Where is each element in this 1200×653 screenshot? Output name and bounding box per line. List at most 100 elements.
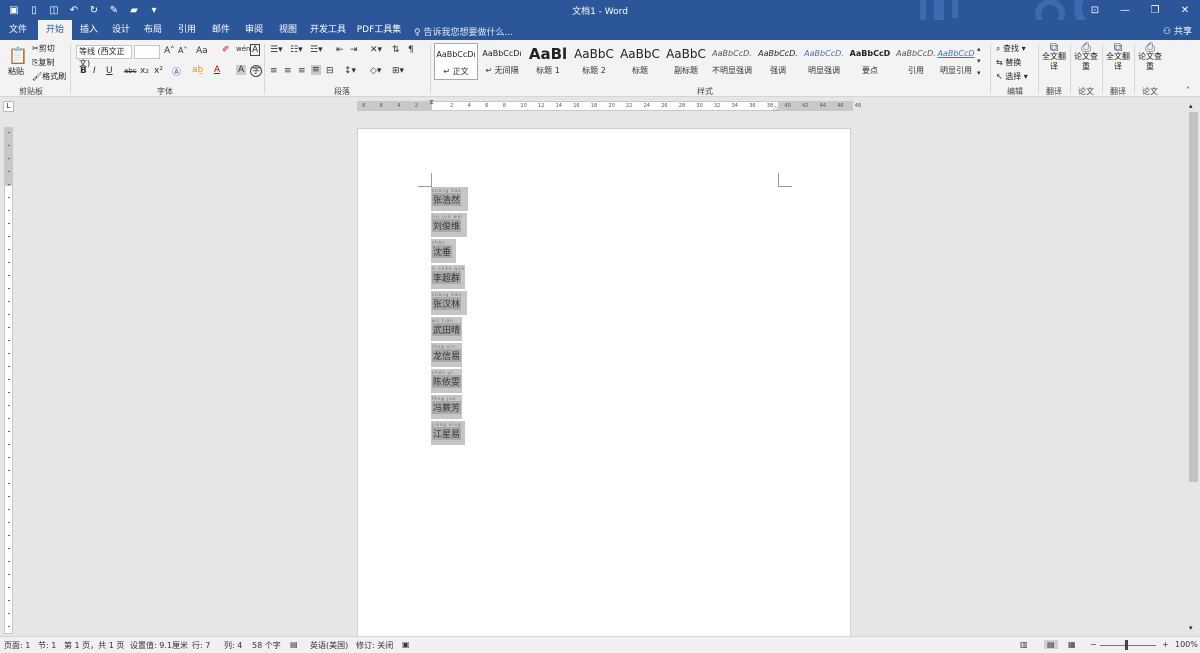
highlight-icon[interactable]: ab̲ bbox=[192, 65, 203, 75]
list-item[interactable]: wǔ tián qíng武田晴 bbox=[431, 317, 462, 341]
style-heading-1[interactable]: AaBl 标题 1 bbox=[526, 43, 570, 80]
collapse-ribbon-icon[interactable]: ˄ bbox=[1186, 86, 1190, 95]
increase-indent-icon[interactable]: ⇥ bbox=[350, 45, 358, 55]
subscript-button[interactable]: x₂ bbox=[140, 66, 149, 76]
status-section[interactable]: 节: 1 bbox=[38, 640, 56, 651]
tab-design[interactable]: 设计 bbox=[108, 20, 134, 40]
list-item[interactable]: féng jué fāng冯蕨芳 bbox=[431, 395, 462, 419]
zoom-level[interactable]: 100% bbox=[1175, 640, 1198, 649]
tab-view[interactable]: 视图 bbox=[275, 20, 301, 40]
style-quote[interactable]: AaBbCcD. 引用 bbox=[894, 43, 938, 80]
list-item[interactable]: lǐ chāo qún 李超群 bbox=[431, 265, 465, 289]
indent-marker-icon[interactable]: ⧗ bbox=[429, 98, 434, 107]
list-item[interactable]: shěn chuí沈垂 bbox=[431, 239, 456, 263]
find-button[interactable]: ⌕ 查找 ▾ bbox=[996, 43, 1026, 54]
select-button[interactable]: ↖ 选择 ▾ bbox=[996, 71, 1028, 82]
right-indent-icon[interactable]: △ bbox=[773, 104, 778, 112]
web-layout-icon[interactable]: ▦ bbox=[1068, 640, 1076, 649]
align-center-icon[interactable]: ≡ bbox=[284, 66, 292, 76]
style-subtitle[interactable]: AaBbC 副标题 bbox=[664, 43, 708, 80]
list-item[interactable]: zhāng hào rán张浩然 bbox=[431, 187, 468, 211]
style-strong[interactable]: AaBbCcD 要点 bbox=[848, 43, 892, 80]
status-line[interactable]: 行: 7 bbox=[192, 640, 210, 651]
font-size-combo[interactable] bbox=[134, 45, 160, 59]
borders-icon[interactable]: ⊞▾ bbox=[392, 66, 404, 76]
minimize-icon[interactable]: — bbox=[1110, 0, 1140, 20]
strikethrough-button[interactable]: abc bbox=[124, 67, 137, 75]
ribbon-display-icon[interactable]: ⊡ bbox=[1080, 0, 1110, 20]
show-marks-icon[interactable]: ¶ bbox=[408, 45, 414, 55]
macro-icon[interactable]: ▣ bbox=[402, 640, 410, 649]
distributed-icon[interactable]: ⊟ bbox=[326, 66, 334, 76]
style-no-spacing[interactable]: AaBbCcDı ↵ 无间隔 bbox=[480, 43, 524, 80]
list-item[interactable]: jiāng xīng yì江星易 bbox=[431, 421, 465, 445]
paper-check-button[interactable]: ⎙ 论文查重 bbox=[1074, 41, 1098, 72]
multilevel-list-icon[interactable]: ☲▾ bbox=[310, 45, 323, 55]
style-title[interactable]: AaBbC 标题 bbox=[618, 43, 662, 80]
zoom-slider[interactable] bbox=[1100, 645, 1156, 646]
proofing-icon[interactable]: ▤ bbox=[290, 640, 298, 649]
restore-icon[interactable]: ❐ bbox=[1140, 0, 1170, 20]
status-column[interactable]: 列: 4 bbox=[224, 640, 242, 651]
font-name-combo[interactable]: 等线 (西文正文) bbox=[76, 45, 132, 68]
paste-button[interactable]: 粘贴 bbox=[8, 66, 24, 77]
underline-button[interactable]: U bbox=[106, 66, 113, 76]
tab-pdf-tools[interactable]: PDF工具集 bbox=[356, 20, 402, 40]
list-item[interactable]: liú jùn wéi 刘俊维 bbox=[431, 213, 467, 237]
status-track-changes[interactable]: 修订: 关闭 bbox=[356, 640, 393, 651]
bullets-icon[interactable]: ☰▾ bbox=[270, 45, 283, 55]
numbering-icon[interactable]: ☷▾ bbox=[290, 45, 303, 55]
cut-button[interactable]: ✂剪切 bbox=[32, 43, 55, 54]
paste-icon[interactable]: 📋 bbox=[8, 46, 28, 65]
scroll-up-icon[interactable]: ▴ bbox=[1189, 102, 1193, 110]
status-page[interactable]: 页面: 1 bbox=[4, 640, 30, 651]
tab-home[interactable]: 开始 bbox=[38, 20, 72, 40]
decrease-indent-icon[interactable]: ⇤ bbox=[336, 45, 344, 55]
tell-me-input[interactable]: ♀ 告诉我您想要做什么... bbox=[414, 25, 513, 38]
list-item[interactable]: zhāng hàn lín张汉林 bbox=[431, 291, 467, 315]
zoom-slider-thumb[interactable] bbox=[1125, 640, 1128, 650]
line-spacing-icon[interactable]: ↕▾ bbox=[344, 66, 356, 76]
copy-button[interactable]: ⎘复制 bbox=[32, 57, 54, 68]
tab-review[interactable]: 审阅 bbox=[241, 20, 267, 40]
status-language[interactable]: 英语(美国) bbox=[310, 640, 348, 651]
vertical-scrollbar[interactable]: ▴ ▾ bbox=[1187, 100, 1200, 636]
style-intense-emphasis[interactable]: AaBbCcD. 明显强调 bbox=[802, 43, 846, 80]
status-word-count[interactable]: 58 个字 bbox=[252, 640, 281, 651]
font-color-icon[interactable]: A bbox=[214, 65, 220, 75]
superscript-button[interactable]: x² bbox=[154, 66, 163, 76]
styles-scroll-icon[interactable]: ▴ ▾ ▾ bbox=[977, 43, 981, 79]
char-shading-icon[interactable]: A bbox=[236, 65, 247, 75]
paper-check-button-2[interactable]: ⎙ 论文查重 bbox=[1138, 41, 1162, 72]
align-right-icon[interactable]: ≡ bbox=[298, 66, 306, 76]
print-layout-icon[interactable]: ▤ bbox=[1044, 640, 1058, 649]
style-intense-quote[interactable]: AaBbCcD 明显引用 bbox=[934, 43, 978, 80]
replace-button[interactable]: ⇆ 替换 bbox=[996, 57, 1021, 68]
shading-icon[interactable]: ◇▾ bbox=[370, 66, 381, 76]
horizontal-ruler[interactable]: 8 6 4 2 2 4 6 8 10 12 14 16 18 20 22 24 26 28 30 32 34 36 38 40… bbox=[357, 98, 861, 112]
list-item[interactable]: lóng xìn yì龙信易 bbox=[431, 343, 462, 367]
enclose-char-icon[interactable]: 字 bbox=[250, 65, 262, 77]
style-heading-2[interactable]: AaBbC 标题 2 bbox=[572, 43, 616, 80]
read-mode-icon[interactable]: ▥ bbox=[1020, 640, 1028, 649]
full-translate-button-2[interactable]: ⧉ 全文翻译 bbox=[1106, 41, 1130, 72]
grow-font-icon[interactable]: A˄ bbox=[164, 46, 175, 56]
text-effects-icon[interactable]: Ⓐ bbox=[172, 65, 181, 78]
status-pages[interactable]: 第 1 页，共 1 页 bbox=[64, 640, 124, 651]
align-left-icon[interactable]: ≡ bbox=[270, 66, 278, 76]
clear-format-icon[interactable]: ✐ bbox=[222, 45, 230, 55]
shrink-font-icon[interactable]: A˅ bbox=[178, 46, 187, 55]
style-subtle-emphasis[interactable]: AaBbCcD. 不明显强调 bbox=[710, 43, 754, 80]
close-icon[interactable]: ✕ bbox=[1170, 0, 1200, 20]
chinese-layout-icon[interactable]: ✕▾ bbox=[370, 45, 382, 55]
tab-references[interactable]: 引用 bbox=[174, 20, 200, 40]
bold-button[interactable]: B bbox=[80, 66, 87, 76]
justify-icon[interactable]: ≡ bbox=[311, 65, 321, 75]
scroll-thumb[interactable] bbox=[1189, 112, 1198, 482]
sort-icon[interactable]: ⇅ bbox=[392, 45, 400, 55]
tab-file[interactable]: 文件 bbox=[4, 20, 32, 40]
tab-selector-icon[interactable]: L bbox=[3, 101, 14, 112]
share-button[interactable]: ⚇ 共享 bbox=[1163, 24, 1192, 37]
tab-insert[interactable]: 插入 bbox=[76, 20, 102, 40]
change-case-icon[interactable]: Aa bbox=[196, 46, 208, 56]
